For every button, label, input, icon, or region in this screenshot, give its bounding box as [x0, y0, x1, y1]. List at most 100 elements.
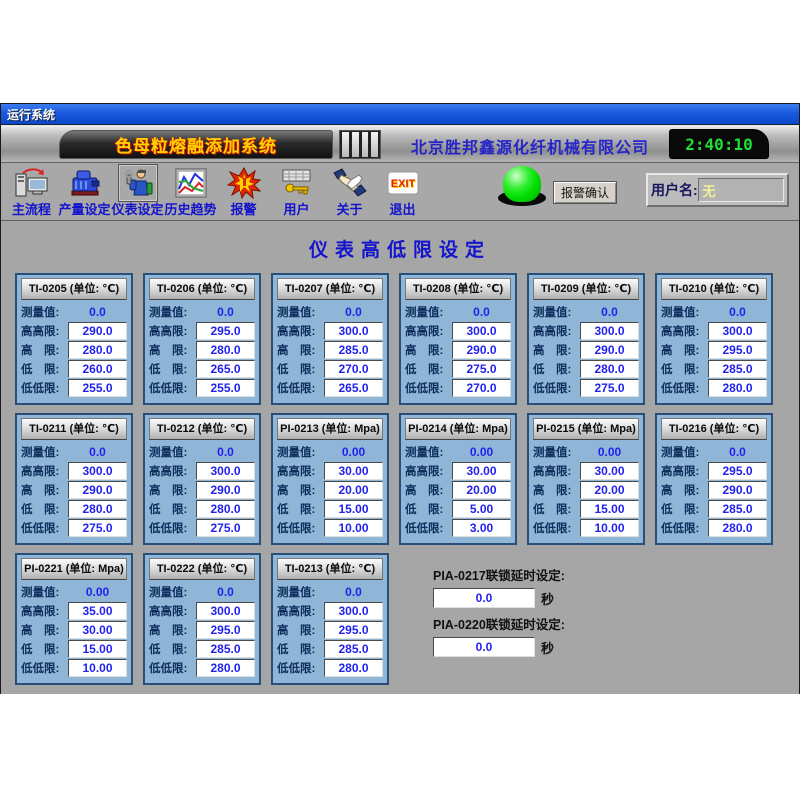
- low-limit-input[interactable]: 280.0: [68, 500, 127, 518]
- low-limit-input[interactable]: 285.0: [196, 640, 255, 658]
- low-limit-input[interactable]: 285.0: [708, 360, 767, 378]
- low-row: 低 限: 275.0: [405, 360, 511, 377]
- high-high-row: 高高限: 30.00: [277, 462, 383, 479]
- high-limit-input[interactable]: 295.0: [324, 621, 383, 639]
- instrument-panel-PI-0213: PI-0213 (单位: Mpa) 测量值: 0.00 高高限: 30.00 高…: [271, 413, 389, 545]
- toolbar-buttons: 主流程 产量设定: [5, 164, 429, 217]
- low-low-limit-input[interactable]: 275.0: [580, 379, 639, 397]
- low-low-limit-input[interactable]: 280.0: [196, 659, 255, 677]
- low-row: 低 限: 280.0: [149, 500, 255, 517]
- low-limit-input[interactable]: 270.0: [324, 360, 383, 378]
- low-low-limit-input[interactable]: 280.0: [708, 519, 767, 537]
- low-limit-input[interactable]: 15.00: [68, 640, 127, 658]
- high-high-limit-input[interactable]: 300.0: [68, 462, 127, 480]
- high-label: 高 限:: [21, 622, 68, 638]
- interlock-delay-input[interactable]: 0.0: [433, 637, 535, 657]
- high-limit-input[interactable]: 30.00: [68, 621, 127, 639]
- high-limit-input[interactable]: 20.00: [452, 481, 511, 499]
- measured-value: 0.00: [324, 445, 383, 459]
- high-high-limit-input[interactable]: 295.0: [196, 322, 255, 340]
- low-limit-input[interactable]: 5.00: [452, 500, 511, 518]
- high-high-limit-input[interactable]: 300.0: [580, 322, 639, 340]
- high-limit-input[interactable]: 290.0: [708, 481, 767, 499]
- interlock-delay-setting: PIA-0220联锁延时设定: 0.0 秒: [433, 612, 565, 661]
- low-low-limit-input[interactable]: 275.0: [196, 519, 255, 537]
- low-limit-input[interactable]: 280.0: [580, 360, 639, 378]
- measured-value: 0.0: [68, 445, 127, 459]
- panel-title: PI-0221 (单位: Mpa): [21, 558, 127, 580]
- low-limit-input[interactable]: 280.0: [196, 500, 255, 518]
- high-high-limit-input[interactable]: 300.0: [324, 322, 383, 340]
- low-limit-input[interactable]: 275.0: [452, 360, 511, 378]
- toolbar-button-alarm[interactable]: 报警: [217, 164, 270, 217]
- toolbar-button-about[interactable]: 关于: [323, 164, 376, 217]
- high-high-limit-input[interactable]: 30.00: [324, 462, 383, 480]
- low-limit-input[interactable]: 15.00: [324, 500, 383, 518]
- low-low-limit-input[interactable]: 10.00: [68, 659, 127, 677]
- low-label: 低 限:: [21, 641, 68, 657]
- high-high-limit-input[interactable]: 300.0: [708, 322, 767, 340]
- high-high-label: 高高限:: [661, 463, 708, 479]
- username-field[interactable]: 无: [698, 178, 784, 202]
- high-row: 高 限: 285.0: [277, 341, 383, 358]
- low-low-limit-input[interactable]: 265.0: [324, 379, 383, 397]
- low-low-limit-input[interactable]: 280.0: [324, 659, 383, 677]
- high-high-limit-input[interactable]: 300.0: [196, 462, 255, 480]
- low-low-limit-input[interactable]: 10.00: [580, 519, 639, 537]
- low-low-limit-input[interactable]: 255.0: [196, 379, 255, 397]
- measured-value: 0.0: [708, 445, 767, 459]
- high-label: 高 限:: [661, 482, 708, 498]
- toolbar-label: 仪表设定: [111, 202, 163, 217]
- panel-row: PI-0221 (单位: Mpa) 测量值: 0.00 高高限: 35.00 高…: [15, 553, 785, 685]
- low-low-limit-input[interactable]: 10.00: [324, 519, 383, 537]
- instrument-panel-TI-0210: TI-0210 (单位: ℃) 测量值: 0.0 高高限: 300.0 高 限:…: [655, 273, 773, 405]
- high-limit-input[interactable]: 280.0: [196, 341, 255, 359]
- high-high-limit-input[interactable]: 300.0: [324, 602, 383, 620]
- high-limit-input[interactable]: 290.0: [452, 341, 511, 359]
- low-limit-input[interactable]: 285.0: [708, 500, 767, 518]
- high-limit-input[interactable]: 280.0: [68, 341, 127, 359]
- low-low-limit-input[interactable]: 270.0: [452, 379, 511, 397]
- high-high-limit-input[interactable]: 30.00: [580, 462, 639, 480]
- high-limit-input[interactable]: 290.0: [580, 341, 639, 359]
- low-limit-input[interactable]: 260.0: [68, 360, 127, 378]
- high-high-limit-input[interactable]: 300.0: [196, 602, 255, 620]
- low-row: 低 限: 265.0: [149, 360, 255, 377]
- toolbar-button-instrument-setting[interactable]: 仪表设定: [111, 164, 164, 217]
- high-high-limit-input[interactable]: 295.0: [708, 462, 767, 480]
- toolbar-label: 历史趋势: [164, 202, 216, 217]
- alarm-confirm-button[interactable]: 报警确认: [553, 181, 617, 204]
- low-limit-input[interactable]: 15.00: [580, 500, 639, 518]
- toolbar-button-output-setting[interactable]: 产量设定: [58, 164, 111, 217]
- instrument-panel-TI-0205: TI-0205 (单位: ℃) 测量值: 0.0 高高限: 290.0 高 限:…: [15, 273, 133, 405]
- low-limit-input[interactable]: 265.0: [196, 360, 255, 378]
- high-limit-input[interactable]: 20.00: [580, 481, 639, 499]
- high-high-limit-input[interactable]: 30.00: [452, 462, 511, 480]
- low-low-row: 低低限: 275.0: [149, 519, 255, 536]
- window-titlebar[interactable]: 运行系统: [1, 104, 799, 125]
- high-high-limit-input[interactable]: 300.0: [452, 322, 511, 340]
- low-low-limit-input[interactable]: 275.0: [68, 519, 127, 537]
- high-limit-input[interactable]: 295.0: [708, 341, 767, 359]
- low-limit-input[interactable]: 285.0: [324, 640, 383, 658]
- high-high-limit-input[interactable]: 35.00: [68, 602, 127, 620]
- high-high-label: 高高限:: [21, 323, 68, 339]
- low-low-limit-input[interactable]: 255.0: [68, 379, 127, 397]
- toolbar-button-user[interactable]: 用户: [270, 164, 323, 217]
- interlock-delay-block: PIA-0217联锁延时设定: 0.0 秒 PIA-0220联锁延时设定: 0.…: [433, 553, 565, 685]
- low-low-limit-input[interactable]: 3.00: [452, 519, 511, 537]
- toolbar-label: 关于: [336, 202, 362, 217]
- toolbar-button-history-trend[interactable]: 历史趋势: [164, 164, 217, 217]
- low-low-limit-input[interactable]: 280.0: [708, 379, 767, 397]
- toolbar-button-exit[interactable]: EXIT EXIT 退出: [376, 164, 429, 217]
- output-setting-icon: [65, 164, 105, 202]
- toolbar-button-main-process[interactable]: 主流程: [5, 164, 58, 217]
- high-limit-input[interactable]: 290.0: [196, 481, 255, 499]
- high-limit-input[interactable]: 290.0: [68, 481, 127, 499]
- high-limit-input[interactable]: 295.0: [196, 621, 255, 639]
- low-low-row: 低低限: 275.0: [533, 379, 639, 396]
- high-limit-input[interactable]: 285.0: [324, 341, 383, 359]
- high-limit-input[interactable]: 20.00: [324, 481, 383, 499]
- interlock-delay-input[interactable]: 0.0: [433, 588, 535, 608]
- high-high-limit-input[interactable]: 290.0: [68, 322, 127, 340]
